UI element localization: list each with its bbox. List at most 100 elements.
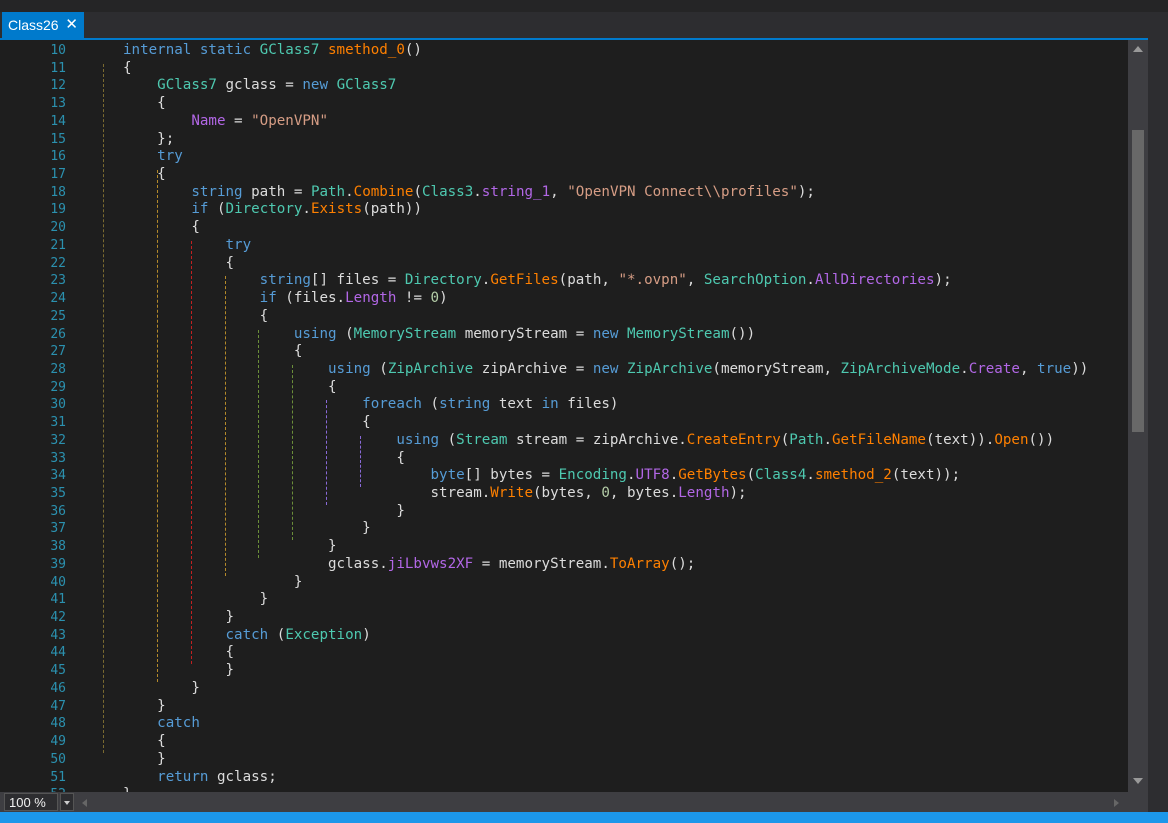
code-line[interactable]: GClass7 gclass = new GClass7 [123, 77, 396, 94]
code-token: if [259, 290, 277, 307]
code-line[interactable]: { [123, 95, 166, 112]
line-number: 10 [50, 43, 66, 58]
code-token: ( [780, 431, 790, 448]
line-number: 20 [50, 220, 66, 236]
code-line[interactable]: } [123, 609, 234, 626]
code-token: "OpenVPN" [251, 112, 329, 129]
indent-guide [225, 276, 226, 576]
code-line[interactable]: } [123, 751, 166, 768]
code-line[interactable]: } [123, 662, 234, 679]
code-line[interactable]: if (files.Length != 0) [123, 290, 448, 307]
code-line[interactable]: Name = "OpenVPN" [123, 113, 328, 130]
close-icon[interactable]: ✕ [65, 12, 78, 38]
line-number: 25 [50, 308, 66, 324]
line-number: 21 [50, 237, 66, 253]
code-editor[interactable]: 10 internal static GClass7 smethod_0() 11{… [0, 40, 1148, 792]
code-line[interactable]: } [123, 520, 371, 537]
code-line[interactable]: try [123, 236, 252, 254]
code-line[interactable]: { [123, 308, 269, 325]
line-number: 22 [50, 255, 66, 271]
code-line[interactable]: if (Directory.Exists(path)) [123, 201, 422, 218]
code-token: ( [421, 396, 440, 413]
code-line[interactable]: using (Stream stream = zipArchive.Create… [123, 432, 1054, 449]
code-token: { [123, 59, 132, 76]
line-number: 47 [50, 698, 66, 714]
code-token: memoryStream = [456, 325, 593, 342]
code-token: string [259, 272, 311, 289]
code-line[interactable]: try [123, 148, 183, 165]
code-line[interactable]: internal static GClass7 smethod_0() [123, 42, 422, 59]
code-line[interactable]: } [123, 538, 337, 555]
code-line[interactable]: { [123, 166, 166, 183]
code-token: (memoryStream, [712, 360, 841, 377]
zoom-dropdown-button[interactable] [60, 793, 74, 811]
code-token: Length [345, 290, 397, 307]
code-line[interactable]: { [123, 343, 303, 360]
code-line[interactable]: { [123, 219, 200, 236]
code-line[interactable]: string[] files = Directory. GetFiles(path… [123, 272, 952, 289]
code-token: ); [797, 183, 815, 200]
code-token: try [225, 236, 252, 253]
code-line[interactable]: { [123, 414, 371, 431]
line-number: 43 [50, 627, 66, 643]
code-token: ()) [729, 325, 756, 342]
scroll-thumb[interactable] [1132, 130, 1144, 432]
code-line[interactable]: catch (Exception) [123, 627, 371, 644]
code-token: byte [430, 467, 465, 484]
scroll-down-arrow-icon[interactable] [1133, 778, 1143, 784]
code-token: Exception [285, 626, 363, 643]
code-line[interactable]: foreach (string text in files) [123, 396, 618, 413]
scroll-left-arrow-icon[interactable] [82, 799, 87, 807]
code-token: Path [310, 183, 346, 200]
code-line[interactable]: string path = Path.Combine(Class3.string… [123, 184, 815, 201]
code-line[interactable]: byte[] bytes = Encoding.UTF8.GetBytes(Cl… [123, 467, 961, 484]
code-line[interactable]: using (MemoryStream memoryStream = new M… [123, 326, 755, 343]
code-line[interactable]: } [123, 574, 303, 591]
code-token: } [123, 609, 235, 626]
code-token: ( [413, 183, 422, 200]
scroll-up-arrow-icon[interactable] [1133, 46, 1143, 52]
line-number: 35 [50, 486, 66, 501]
zoom-level[interactable]: 100 % [4, 793, 58, 811]
code-token: foreach [362, 396, 422, 413]
code-line[interactable]: { [123, 60, 132, 77]
line-number: 38 [50, 539, 66, 555]
vertical-scrollbar[interactable] [1128, 40, 1148, 792]
editor-bottom-bar: 100 % [0, 792, 1148, 812]
status-bar [0, 812, 1168, 823]
code-line[interactable]: { [123, 450, 405, 467]
code-token: } [123, 679, 200, 696]
code-token: , bytes. [609, 485, 679, 501]
code-token: ZipArchive [627, 360, 713, 377]
line-number: 14 [50, 113, 66, 129]
tab-class26[interactable]: Class26 ✕ [2, 12, 84, 38]
code-token: . [473, 183, 482, 200]
line-number: 26 [50, 326, 66, 342]
code-line[interactable]: } [123, 503, 405, 520]
code-line[interactable]: } [123, 698, 166, 715]
code-token: Open [994, 431, 1029, 448]
code-line[interactable]: }; [123, 131, 174, 148]
code-line[interactable]: stream.Write(bytes, 0, bytes.Length); [123, 485, 746, 502]
scroll-right-arrow-icon[interactable] [1114, 799, 1119, 807]
line-number: 23 [50, 273, 66, 289]
code-token: Class3 [422, 183, 474, 200]
code-line[interactable]: } [123, 591, 269, 608]
code-line[interactable]: gclass.jiLbvws2XF = memoryStream.ToArray… [123, 556, 695, 573]
line-number: 33 [50, 450, 66, 466]
code-line[interactable]: { [123, 379, 337, 396]
code-line[interactable]: using (ZipArchive zipArchive = new ZipAr… [123, 361, 1088, 378]
code-token: Path [789, 431, 824, 448]
code-token: } [123, 662, 235, 679]
code-line[interactable]: { [123, 255, 234, 272]
code-line[interactable]: } [123, 680, 200, 697]
code-line[interactable]: { [123, 733, 166, 750]
code-line[interactable]: { [123, 644, 234, 661]
code-line[interactable]: catch [123, 715, 200, 732]
code-token: GClass7 [259, 42, 329, 58]
indent-guide [103, 63, 104, 753]
code-line[interactable]: return gclass; [123, 769, 277, 786]
